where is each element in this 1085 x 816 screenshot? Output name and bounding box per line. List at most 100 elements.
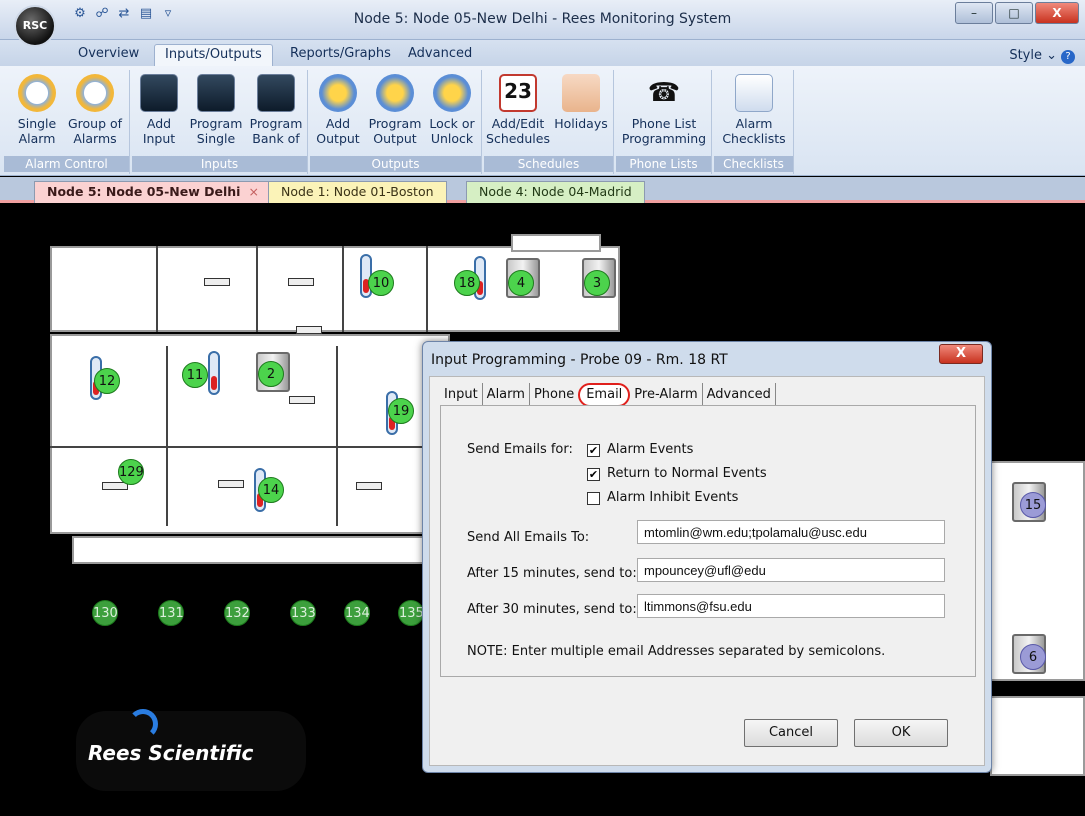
ribbon-group-checklists: Alarm Checklists Checklists (714, 70, 794, 174)
dialog-tab-strip: Input Alarm Phone Email Pre-Alarm Advanc… (440, 383, 776, 407)
help-icon[interactable]: ? (1061, 50, 1075, 64)
send-all-emails-input[interactable] (637, 520, 945, 544)
wall (342, 246, 344, 332)
program-bank-button[interactable]: Program Bank of (246, 74, 306, 146)
program-output-icon (376, 74, 414, 112)
house-icon (562, 74, 600, 112)
room-tag (296, 326, 322, 334)
button-label-line1: Add (325, 116, 351, 131)
probe-marker[interactable]: 12 (94, 368, 120, 394)
tab-phone[interactable]: Phone (530, 383, 578, 407)
lock-unlock-output-button[interactable]: Lock or Unlock (424, 74, 480, 146)
logo-text: Rees Scientific (88, 741, 254, 765)
button-label-line1: Holidays (554, 116, 608, 131)
floor-plan-stair (990, 696, 1085, 776)
ok-button[interactable]: OK (854, 719, 948, 747)
group-label: Inputs (132, 156, 307, 172)
close-icon[interactable]: × (248, 184, 258, 199)
probe-marker[interactable]: 2 (258, 361, 284, 387)
send-emails-for-label: Send Emails for: (467, 442, 573, 457)
button-label-line1: Add (146, 116, 172, 131)
probe-marker[interactable]: 19 (388, 398, 414, 424)
doc-tab-boston[interactable]: Node 1: Node 01-Boston (268, 181, 447, 203)
add-edit-schedules-button[interactable]: 23 Add/Edit Schedules (486, 74, 550, 146)
tab-email[interactable]: Email (578, 383, 631, 407)
probe-marker[interactable]: 130 (92, 600, 118, 626)
probe-marker[interactable]: 134 (344, 600, 370, 626)
after-30-input[interactable] (637, 594, 945, 618)
ribbon-group-schedules: 23 Add/Edit Schedules Holidays Schedules (484, 70, 614, 174)
button-label-line1: Program (189, 116, 243, 131)
close-button[interactable]: X (1035, 2, 1079, 24)
wall (426, 246, 428, 332)
button-label-line1: Program (249, 116, 303, 131)
floor-plan-lower-wing (72, 536, 452, 564)
tab-alarm[interactable]: Alarm (483, 383, 530, 407)
tab-inputs-outputs[interactable]: Inputs/Outputs (154, 44, 273, 66)
probe-marker[interactable]: 131 (158, 600, 184, 626)
alarm-events-label: Alarm Events (607, 442, 694, 457)
program-output-button[interactable]: Program Output (366, 74, 424, 146)
maximize-button[interactable]: □ (995, 2, 1033, 24)
add-input-button[interactable]: Add Input (134, 74, 184, 146)
program-bank-icon (257, 74, 295, 112)
probe-marker[interactable]: 129 (118, 459, 144, 485)
minimize-button[interactable]: – (955, 2, 993, 24)
probe-marker[interactable]: 3 (584, 270, 610, 296)
doc-tab-madrid[interactable]: Node 4: Node 04-Madrid (466, 181, 645, 203)
style-menu-label[interactable]: Style ⌄ (1009, 48, 1057, 63)
add-output-button[interactable]: Add Output (312, 74, 364, 146)
after-15-label: After 15 minutes, send to: (467, 566, 637, 581)
group-label: Outputs (310, 156, 481, 172)
alarm-inhibit-checkbox[interactable] (587, 492, 600, 505)
tab-pre-alarm[interactable]: Pre-Alarm (630, 383, 703, 407)
button-label-line1: Lock or (429, 116, 475, 131)
title-bar: RSC ⚙ ☍ ⇄ ▤ ▿ Node 5: Node 05-New Delhi … (0, 0, 1085, 47)
app-window: RSC ⚙ ☍ ⇄ ▤ ▿ Node 5: Node 05-New Delhi … (0, 0, 1085, 816)
tab-reports-graphs[interactable]: Reports/Graphs (280, 44, 401, 66)
probe-marker[interactable]: 135 (398, 600, 424, 626)
ribbon-group-inputs: Add Input Program Single Program Bank of… (132, 70, 308, 174)
button-label-line1: Add/Edit (491, 116, 545, 131)
button-label-line1: Group of (67, 116, 123, 131)
after-15-input[interactable] (637, 558, 945, 582)
group-label: Checklists (714, 156, 793, 172)
tab-input[interactable]: Input (440, 383, 483, 407)
tab-advanced[interactable]: Advanced (703, 383, 776, 407)
probe-marker[interactable]: 132 (224, 600, 250, 626)
alarm-events-checkbox[interactable]: ✔ (587, 444, 600, 457)
probe-marker[interactable]: 4 (508, 270, 534, 296)
cancel-button[interactable]: Cancel (744, 719, 838, 747)
tab-overview[interactable]: Overview (68, 44, 149, 66)
probe-marker[interactable]: 15 (1020, 492, 1046, 518)
return-to-normal-checkbox[interactable]: ✔ (587, 468, 600, 481)
button-label-line2: Output (316, 131, 360, 146)
button-label-line2: Input (142, 131, 176, 146)
button-label-line1: Program (368, 116, 422, 131)
probe-marker[interactable]: 133 (290, 600, 316, 626)
single-alarm-button[interactable]: Single Alarm (10, 74, 64, 146)
alarm-checklists-button[interactable]: Alarm Checklists (718, 74, 790, 146)
room-tag (218, 480, 244, 488)
tab-advanced[interactable]: Advanced (398, 44, 482, 66)
probe-marker[interactable]: 6 (1020, 644, 1046, 670)
probe-marker[interactable]: 10 (368, 270, 394, 296)
probe-marker[interactable]: 11 (182, 362, 208, 388)
program-single-input-button[interactable]: Program Single (186, 74, 246, 146)
button-label-line2: Unlock (430, 131, 474, 146)
style-menu[interactable]: Style ⌄? (1009, 48, 1075, 64)
wall (156, 246, 158, 332)
ribbon-group-alarm-control: Single Alarm Group of Alarms Alarm Contr… (4, 70, 130, 174)
button-label-line1: Alarm (735, 116, 773, 131)
ribbon-group-outputs: Add Output Program Output Lock or Unlock… (310, 70, 482, 174)
dialog-close-button[interactable]: X (939, 344, 983, 364)
group-of-alarms-button[interactable]: Group of Alarms (64, 74, 126, 146)
document-tab-strip: Node 5: Node 05-New Delhi × Node 1: Node … (0, 177, 1085, 203)
holidays-button[interactable]: Holidays (550, 74, 612, 131)
probe-marker[interactable]: 18 (454, 270, 480, 296)
probe-marker[interactable]: 14 (258, 477, 284, 503)
app-orb-button[interactable]: RSC (14, 5, 56, 47)
after-30-label: After 30 minutes, send to: (467, 602, 637, 617)
doc-tab-new-delhi[interactable]: Node 5: Node 05-New Delhi × (34, 181, 272, 203)
phone-list-programming-button[interactable]: ☎ Phone List Programming (620, 74, 708, 146)
